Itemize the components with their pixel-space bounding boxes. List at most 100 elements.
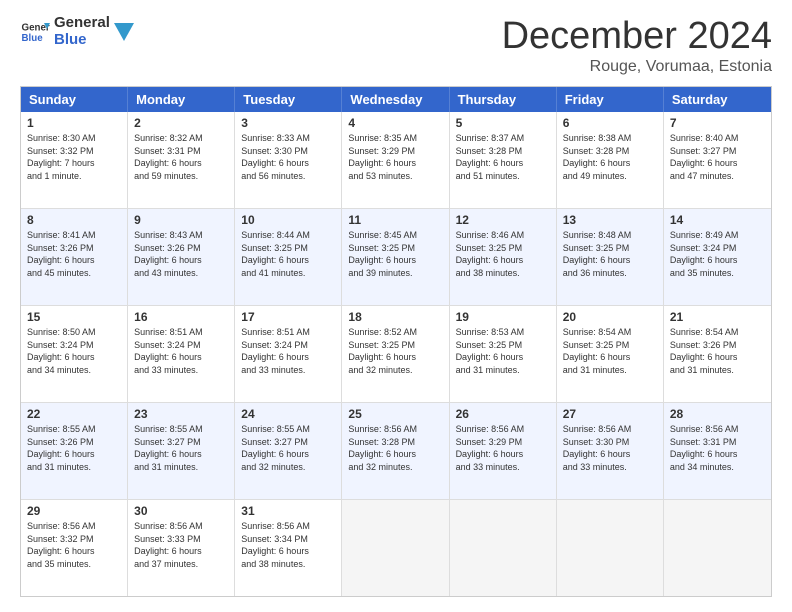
calendar-header: SundayMondayTuesdayWednesdayThursdayFrid…: [21, 87, 771, 112]
day-header-sunday: Sunday: [21, 87, 128, 112]
day-number: 5: [456, 116, 550, 130]
day-info: Sunrise: 8:49 AM Sunset: 3:24 PM Dayligh…: [670, 229, 765, 279]
day-info: Sunrise: 8:51 AM Sunset: 3:24 PM Dayligh…: [241, 326, 335, 376]
day-number: 12: [456, 213, 550, 227]
day-info: Sunrise: 8:33 AM Sunset: 3:30 PM Dayligh…: [241, 132, 335, 182]
day-info: Sunrise: 8:32 AM Sunset: 3:31 PM Dayligh…: [134, 132, 228, 182]
table-row: 18Sunrise: 8:52 AM Sunset: 3:25 PM Dayli…: [342, 306, 449, 402]
day-info: Sunrise: 8:30 AM Sunset: 3:32 PM Dayligh…: [27, 132, 121, 182]
day-number: 28: [670, 407, 765, 421]
day-number: 9: [134, 213, 228, 227]
day-number: 22: [27, 407, 121, 421]
table-row: 26Sunrise: 8:56 AM Sunset: 3:29 PM Dayli…: [450, 403, 557, 499]
svg-text:Blue: Blue: [22, 33, 44, 44]
day-info: Sunrise: 8:56 AM Sunset: 3:32 PM Dayligh…: [27, 520, 121, 570]
day-info: Sunrise: 8:55 AM Sunset: 3:26 PM Dayligh…: [27, 423, 121, 473]
table-row: 19 Sunrise: 8:53 AM Sunset: 3:25 PM Dayli…: [450, 306, 557, 402]
logo-icon: General Blue: [20, 17, 50, 47]
table-row: 20 Sunrise: 8:54 AM Sunset: 3:25 PM Dayli…: [557, 306, 664, 402]
day-number: 15: [27, 310, 121, 324]
page-header: General Blue General Blue December 2024 …: [20, 15, 772, 76]
table-row: 29 Sunrise: 8:56 AM Sunset: 3:32 PM Dayli…: [21, 500, 128, 596]
table-row: 30 Sunrise: 8:56 AM Sunset: 3:33 PM Dayli…: [128, 500, 235, 596]
table-row: [557, 500, 664, 596]
table-row: 16Sunrise: 8:51 AM Sunset: 3:24 PM Dayli…: [128, 306, 235, 402]
table-row: 4 Sunrise: 8:35 AM Sunset: 3:29 PM Daylig…: [342, 112, 449, 208]
day-info: Sunrise: 8:40 AM Sunset: 3:27 PM Dayligh…: [670, 132, 765, 182]
day-number: 8: [27, 213, 121, 227]
day-header-thursday: Thursday: [450, 87, 557, 112]
table-row: 21 Sunrise: 8:54 AM Sunset: 3:26 PM Dayli…: [664, 306, 771, 402]
day-info: Sunrise: 8:46 AM Sunset: 3:25 PM Dayligh…: [456, 229, 550, 279]
day-number: 30: [134, 504, 228, 518]
day-number: 27: [563, 407, 657, 421]
day-number: 4: [348, 116, 442, 130]
day-info: Sunrise: 8:37 AM Sunset: 3:28 PM Dayligh…: [456, 132, 550, 182]
day-number: 29: [27, 504, 121, 518]
day-number: 17: [241, 310, 335, 324]
table-row: 25 Sunrise: 8:56 AM Sunset: 3:28 PM Dayli…: [342, 403, 449, 499]
day-info: Sunrise: 8:53 AM Sunset: 3:25 PM Dayligh…: [456, 326, 550, 376]
day-info: Sunrise: 8:51 AM Sunset: 3:24 PM Dayligh…: [134, 326, 228, 376]
day-number: 23: [134, 407, 228, 421]
day-info: Sunrise: 8:56 AM Sunset: 3:33 PM Dayligh…: [134, 520, 228, 570]
day-info: Sunrise: 8:54 AM Sunset: 3:26 PM Dayligh…: [670, 326, 765, 376]
day-number: 31: [241, 504, 335, 518]
table-row: [664, 500, 771, 596]
day-number: 7: [670, 116, 765, 130]
table-row: 2 Sunrise: 8:32 AM Sunset: 3:31 PM Daylig…: [128, 112, 235, 208]
day-info: Sunrise: 8:54 AM Sunset: 3:25 PM Dayligh…: [563, 326, 657, 376]
table-row: 22 Sunrise: 8:55 AM Sunset: 3:26 PM Dayli…: [21, 403, 128, 499]
day-number: 20: [563, 310, 657, 324]
title-block: December 2024 Rouge, Vorumaa, Estonia: [502, 15, 772, 76]
day-info: Sunrise: 8:56 AM Sunset: 3:34 PM Dayligh…: [241, 520, 335, 570]
logo-blue: Blue: [54, 32, 110, 49]
table-row: 12 Sunrise: 8:46 AM Sunset: 3:25 PM Dayli…: [450, 209, 557, 305]
day-number: 14: [670, 213, 765, 227]
day-header-saturday: Saturday: [664, 87, 771, 112]
day-info: Sunrise: 8:35 AM Sunset: 3:29 PM Dayligh…: [348, 132, 442, 182]
day-info: Sunrise: 8:56 AM Sunset: 3:29 PM Dayligh…: [456, 423, 550, 473]
table-row: 13Sunrise: 8:48 AM Sunset: 3:25 PM Dayli…: [557, 209, 664, 305]
table-row: 7 Sunrise: 8:40 AM Sunset: 3:27 PM Daylig…: [664, 112, 771, 208]
table-row: 15 Sunrise: 8:50 AM Sunset: 3:24 PM Dayli…: [21, 306, 128, 402]
day-info: Sunrise: 8:56 AM Sunset: 3:31 PM Dayligh…: [670, 423, 765, 473]
day-info: Sunrise: 8:56 AM Sunset: 3:28 PM Dayligh…: [348, 423, 442, 473]
day-number: 25: [348, 407, 442, 421]
day-number: 19: [456, 310, 550, 324]
table-row: 31 Sunrise: 8:56 AM Sunset: 3:34 PM Dayli…: [235, 500, 342, 596]
table-row: 5 Sunrise: 8:37 AM Sunset: 3:28 PM Daylig…: [450, 112, 557, 208]
table-row: 27Sunrise: 8:56 AM Sunset: 3:30 PM Dayli…: [557, 403, 664, 499]
table-row: 28 Sunrise: 8:56 AM Sunset: 3:31 PM Dayli…: [664, 403, 771, 499]
day-info: Sunrise: 8:38 AM Sunset: 3:28 PM Dayligh…: [563, 132, 657, 182]
day-number: 24: [241, 407, 335, 421]
table-row: 24Sunrise: 8:55 AM Sunset: 3:27 PM Dayli…: [235, 403, 342, 499]
calendar-week-2: 8 Sunrise: 8:41 AM Sunset: 3:26 PM Daylig…: [21, 209, 771, 306]
day-header-tuesday: Tuesday: [235, 87, 342, 112]
table-row: 14 Sunrise: 8:49 AM Sunset: 3:24 PM Dayli…: [664, 209, 771, 305]
day-number: 1: [27, 116, 121, 130]
day-info: Sunrise: 8:50 AM Sunset: 3:24 PM Dayligh…: [27, 326, 121, 376]
calendar-week-3: 15 Sunrise: 8:50 AM Sunset: 3:24 PM Dayli…: [21, 306, 771, 403]
table-row: 10Sunrise: 8:44 AM Sunset: 3:25 PM Dayli…: [235, 209, 342, 305]
table-row: [450, 500, 557, 596]
day-info: Sunrise: 8:44 AM Sunset: 3:25 PM Dayligh…: [241, 229, 335, 279]
table-row: [342, 500, 449, 596]
day-info: Sunrise: 8:55 AM Sunset: 3:27 PM Dayligh…: [134, 423, 228, 473]
day-number: 6: [563, 116, 657, 130]
day-number: 11: [348, 213, 442, 227]
location-label: Rouge, Vorumaa, Estonia: [502, 58, 772, 76]
calendar-week-4: 22 Sunrise: 8:55 AM Sunset: 3:26 PM Dayli…: [21, 403, 771, 500]
table-row: 23 Sunrise: 8:55 AM Sunset: 3:27 PM Dayli…: [128, 403, 235, 499]
day-header-monday: Monday: [128, 87, 235, 112]
table-row: 1 Sunrise: 8:30 AM Sunset: 3:32 PM Daylig…: [21, 112, 128, 208]
table-row: 6 Sunrise: 8:38 AM Sunset: 3:28 PM Daylig…: [557, 112, 664, 208]
day-info: Sunrise: 8:41 AM Sunset: 3:26 PM Dayligh…: [27, 229, 121, 279]
day-info: Sunrise: 8:43 AM Sunset: 3:26 PM Dayligh…: [134, 229, 228, 279]
calendar-week-1: 1 Sunrise: 8:30 AM Sunset: 3:32 PM Daylig…: [21, 112, 771, 209]
table-row: 9 Sunrise: 8:43 AM Sunset: 3:26 PM Daylig…: [128, 209, 235, 305]
table-row: 11Sunrise: 8:45 AM Sunset: 3:25 PM Dayli…: [342, 209, 449, 305]
day-number: 2: [134, 116, 228, 130]
day-number: 18: [348, 310, 442, 324]
day-number: 21: [670, 310, 765, 324]
